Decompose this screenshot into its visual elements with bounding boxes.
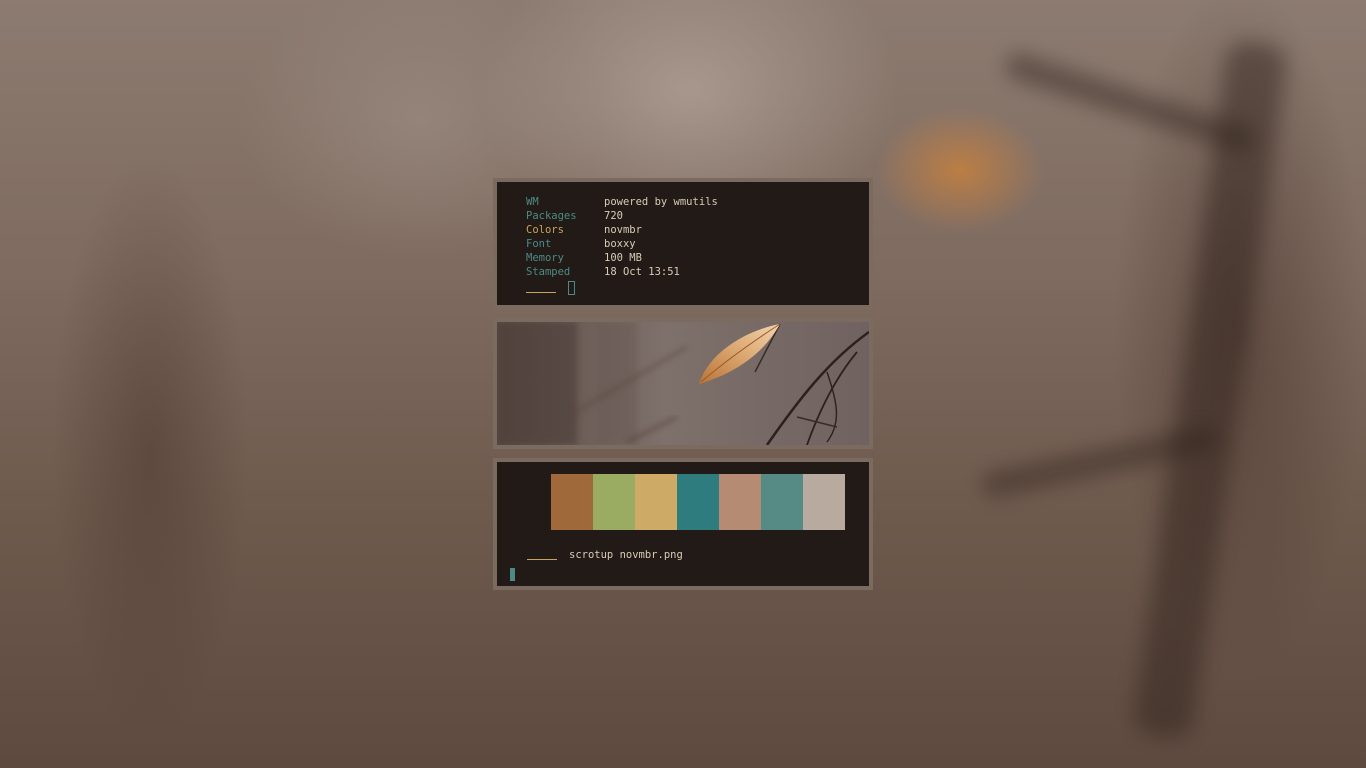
info-value: novmbr [604,224,642,236]
color-swatch [761,474,803,530]
info-row-font: Font boxxy [526,237,869,251]
info-key: Memory [526,252,564,264]
leaf-photo [497,322,869,445]
info-value: 18 Oct 13:51 [604,266,680,278]
command-text: scrotup novmbr.png [569,549,683,561]
system-info-window[interactable]: WM powered by wmutils Packages 720 Color… [493,178,873,309]
text-cursor [568,281,575,295]
info-value: 100 MB [604,252,642,264]
info-row-wm: WM powered by wmutils [526,195,869,209]
info-row-stamped: Stamped 18 Oct 13:51 [526,265,869,279]
command-line[interactable]: scrotup novmbr.png [527,548,869,562]
background-branch [1131,39,1289,741]
color-swatch [719,474,761,530]
prompt-underline [526,291,556,293]
color-swatch-strip [509,474,869,530]
info-key: WM [526,196,539,208]
info-row-packages: Packages 720 [526,209,869,223]
prompt-underline [527,558,557,560]
color-swatch [551,474,593,530]
info-key: Font [526,238,552,250]
info-row-colors: Colors novmbr [526,223,869,237]
terminal-palette-window[interactable]: scrotup novmbr.png [493,458,873,590]
info-key: Colors [526,224,564,236]
terminal-cursor [510,568,515,581]
color-swatch [803,474,845,530]
info-value: 720 [604,210,623,222]
info-value: boxxy [604,238,636,250]
color-swatch [635,474,677,530]
shell-prompt[interactable] [526,281,869,295]
color-swatch [593,474,635,530]
info-key: Packages [526,210,577,222]
info-key: Stamped [526,266,571,278]
image-viewer-window[interactable] [493,318,873,449]
color-swatch [677,474,719,530]
info-row-memory: Memory 100 MB [526,251,869,265]
color-swatch [509,474,551,530]
info-value: powered by wmutils [604,196,718,208]
